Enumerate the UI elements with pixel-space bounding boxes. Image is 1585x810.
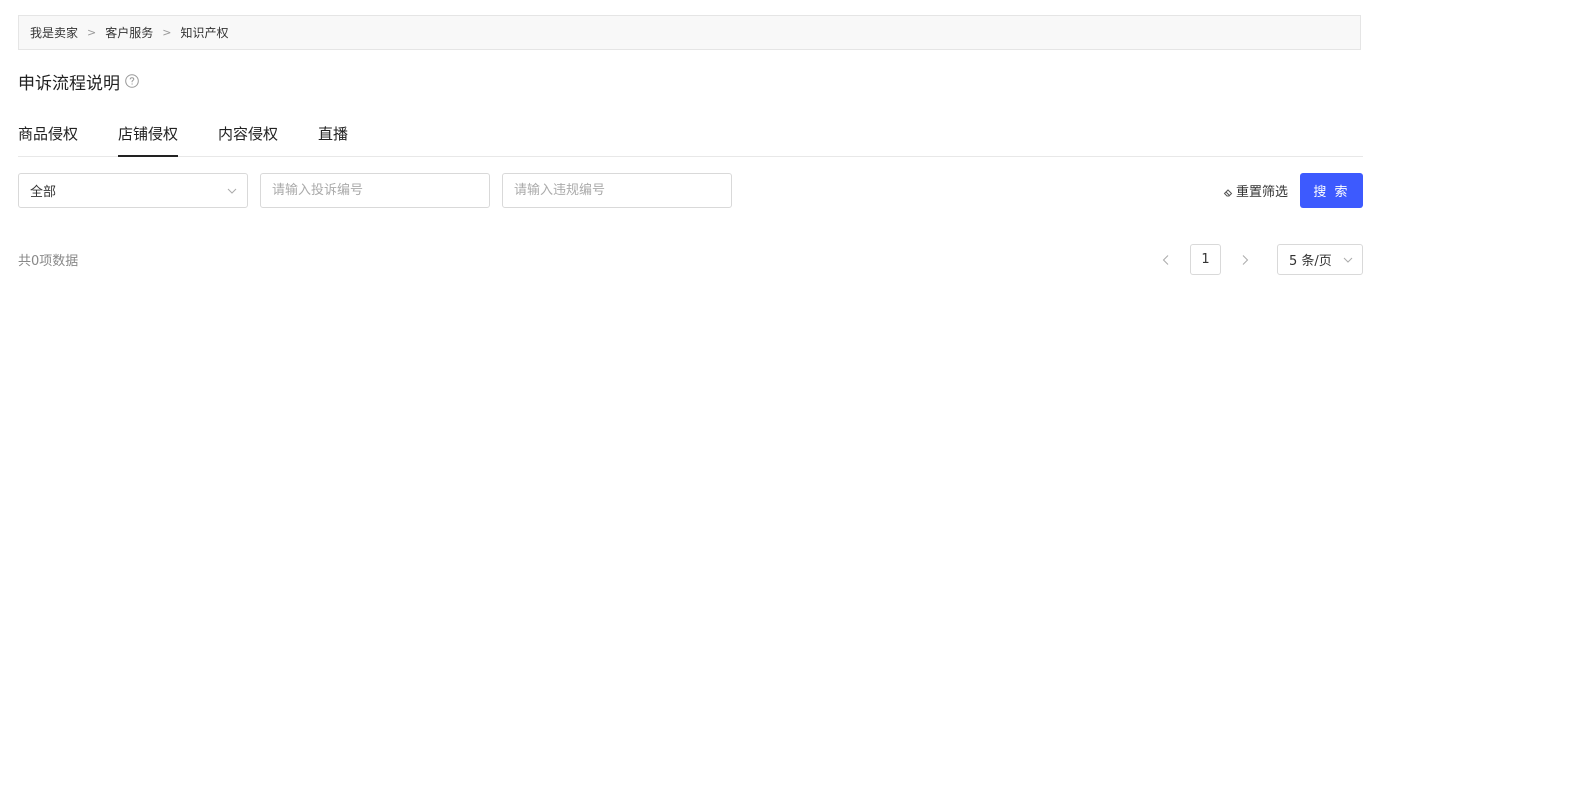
breadcrumb-item-ip: 知识产权 (180, 26, 229, 40)
eraser-icon (1223, 188, 1233, 196)
reset-filter-button[interactable]: 重置筛选 (1223, 173, 1288, 208)
tab-content-infringement[interactable]: 内容侵权 (218, 112, 278, 156)
breadcrumb: 我是卖家 > 客户服务 > 知识产权 (18, 15, 1361, 50)
page-size-value: 5 条/页 (1289, 254, 1332, 269)
complaint-number-input[interactable] (261, 174, 489, 207)
question-circle-icon[interactable] (125, 74, 139, 88)
tab-product-infringement[interactable]: 商品侵权 (18, 112, 78, 156)
page-number-current[interactable]: 1 (1190, 244, 1221, 275)
tab-bar: 商品侵权 店铺侵权 内容侵权 直播 (18, 112, 1363, 157)
complaint-number-field (260, 173, 490, 208)
chevron-right-icon[interactable] (1239, 254, 1251, 266)
violation-number-input[interactable] (503, 174, 731, 207)
breadcrumb-separator: > (87, 26, 97, 39)
status-select[interactable]: 全部 (18, 173, 248, 208)
chevron-down-icon (227, 188, 237, 194)
page-size-select[interactable]: 5 条/页 (1277, 244, 1363, 275)
chevron-down-icon (1343, 257, 1353, 263)
breadcrumb-item-seller[interactable]: 我是卖家 (30, 24, 78, 41)
reset-filter-label: 重置筛选 (1235, 185, 1288, 200)
breadcrumb-separator: > (162, 26, 172, 39)
total-count: 共0项数据 (18, 254, 79, 269)
status-select-value: 全部 (30, 185, 57, 200)
breadcrumb-item-customer-service[interactable]: 客户服务 (105, 24, 153, 41)
page-title-text: 申诉流程说明 (18, 73, 120, 94)
page-title: 申诉流程说明 (18, 68, 139, 94)
tab-store-infringement[interactable]: 店铺侵权 (118, 112, 179, 157)
pagination: 1 5 条/页 (1155, 244, 1363, 276)
search-button[interactable]: 搜 索 (1300, 173, 1363, 208)
violation-number-field (502, 173, 732, 208)
chevron-left-icon[interactable] (1160, 254, 1172, 266)
tab-live-stream[interactable]: 直播 (318, 112, 348, 156)
filter-bar: 全部 重置筛选 搜 索 (18, 173, 1363, 209)
